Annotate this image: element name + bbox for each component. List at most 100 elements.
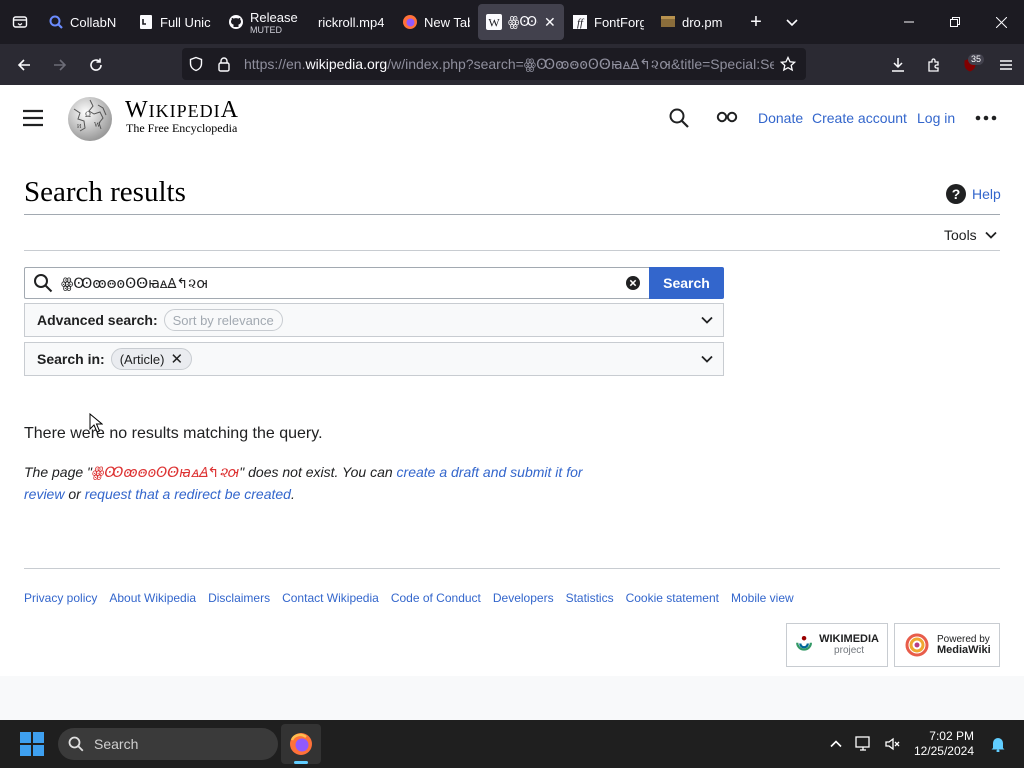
footer-link-contact[interactable]: Contact Wikipedia	[282, 591, 379, 605]
speaker-muted-icon	[885, 737, 900, 751]
forward-arrow-icon	[54, 58, 67, 71]
tracking-protection-shield-icon[interactable]	[182, 48, 210, 80]
url-bar[interactable]: https://en.wikipedia.org/w/index.php?sea…	[182, 48, 806, 80]
footer-link-mobile-view[interactable]: Mobile view	[731, 591, 794, 605]
red-link-query[interactable]: ꙮꙬꙭꙫꙩꙨꙪꙗꙙꙘ↰૨ꙕ	[92, 464, 239, 480]
tab-title: ꙮꙬꙭꙫꙩꙨꙪ	[508, 14, 538, 29]
chevron-up-icon	[830, 740, 842, 748]
tab-fontforge[interactable]: ff FontForg	[564, 4, 652, 40]
new-tab-button[interactable]: +	[738, 4, 774, 40]
wikipedia-wordmark[interactable]: WIKIPEDIA	[125, 97, 239, 124]
ublock-extension-button[interactable]: 35	[952, 49, 988, 81]
wikipedia-header: Ω W И WIKIPEDIA The Free Encyclopedia Do…	[0, 85, 1024, 151]
tab-overview-button[interactable]	[0, 0, 40, 44]
sort-by-relevance-chip: Sort by relevance	[163, 309, 283, 331]
wikipedia-globe-logo[interactable]: Ω W И	[64, 95, 116, 141]
tab-rickroll[interactable]: rickroll.mp4	[304, 4, 394, 40]
search-in-panel[interactable]: Search in: (Article) ✕	[24, 342, 724, 376]
reload-button[interactable]	[78, 49, 114, 81]
main-menu-button[interactable]	[22, 109, 44, 132]
footer-links: Privacy policy About Wikipedia Disclaime…	[24, 591, 806, 605]
wikimedia-project-badge[interactable]: WIKIMEDIA project	[786, 623, 888, 667]
show-hidden-icons-button[interactable]	[822, 738, 850, 750]
clear-search-icon[interactable]	[617, 276, 649, 290]
back-button[interactable]	[6, 49, 42, 81]
tab-wikipedia-active[interactable]: W ꙮꙬꙭꙫꙩꙨꙪ ✕	[478, 4, 564, 40]
donate-link[interactable]: Donate	[758, 110, 803, 126]
windows-logo-icon	[20, 732, 44, 756]
footer-link-code-of-conduct[interactable]: Code of Conduct	[391, 591, 481, 605]
svg-text:W: W	[488, 16, 500, 30]
document-favicon-icon	[138, 14, 154, 30]
powered-by-mediawiki-badge[interactable]: Powered by MediaWiki	[894, 623, 1000, 667]
reload-icon	[90, 58, 102, 71]
app-menu-button[interactable]	[988, 49, 1024, 81]
downloads-button[interactable]	[880, 49, 916, 81]
windows-taskbar: Search 7:02 PM 12/25/2024	[0, 720, 1024, 768]
footer-link-privacy-policy[interactable]: Privacy policy	[24, 591, 97, 605]
message-text: " does not exist. You can	[239, 464, 397, 480]
url-host: wikipedia.org	[305, 55, 388, 72]
bookmark-star-icon[interactable]	[774, 48, 802, 80]
help-question-icon: ?	[946, 184, 966, 204]
footer-link-about[interactable]: About Wikipedia	[109, 591, 196, 605]
notifications-button[interactable]	[984, 736, 1012, 752]
help-link[interactable]: ? Help	[946, 184, 1001, 204]
chevron-down-icon[interactable]	[701, 314, 713, 326]
restore-button[interactable]	[932, 0, 978, 44]
tab-release[interactable]: Release MUTED	[220, 4, 304, 40]
badge-wikimedia-text: WIKIMEDIA	[819, 633, 879, 645]
tab-title: New Tab	[424, 14, 470, 30]
tab-dro-pm[interactable]: dro.pm	[652, 4, 738, 40]
namespace-chip-article[interactable]: (Article) ✕	[110, 348, 193, 370]
log-in-link[interactable]: Log in	[917, 110, 955, 126]
search-icon	[68, 736, 84, 752]
footer-link-developers[interactable]: Developers	[493, 591, 554, 605]
start-button[interactable]	[20, 732, 44, 761]
no-results-message: There were no results matching the query…	[24, 425, 323, 442]
request-redirect-link[interactable]: request that a redirect be created	[85, 486, 291, 502]
footer-link-cookie-statement[interactable]: Cookie statement	[626, 591, 719, 605]
tab-new-tab[interactable]: New Tab	[394, 4, 478, 40]
lock-icon[interactable]	[210, 48, 238, 80]
url-path: /w/index.php?search=ꙮꙬꙭꙫꙩꙨꙪꙗꙙꙘ↰૨ꙕ&title=…	[387, 55, 774, 72]
close-window-button[interactable]	[978, 0, 1024, 44]
advanced-search-panel[interactable]: Advanced search: Sort by relevance	[24, 303, 724, 337]
search-button[interactable]: Search	[649, 267, 724, 299]
create-account-link[interactable]: Create account	[812, 110, 907, 126]
extensions-button[interactable]	[916, 49, 952, 81]
footer-link-disclaimers[interactable]: Disclaimers	[208, 591, 270, 605]
tab-collab[interactable]: CollabN	[40, 4, 130, 40]
header-search-button[interactable]	[668, 107, 690, 134]
taskbar-clock[interactable]: 7:02 PM 12/25/2024	[914, 729, 974, 759]
tools-dropdown[interactable]: Tools	[944, 227, 997, 243]
remove-chip-icon[interactable]: ✕	[170, 350, 183, 368]
browser-tab-bar: CollabN Full Unic Release MUTED rickroll…	[0, 0, 1024, 44]
search-input-value: ꙮꙬꙭꙫꙩꙨꙪꙗꙙꙘ↰૨ꙕ	[61, 274, 209, 291]
minimize-button[interactable]	[886, 0, 932, 44]
ellipsis-icon	[975, 115, 997, 121]
hamburger-menu-icon	[1000, 59, 1012, 70]
search-input[interactable]: ꙮꙬꙭꙫꙩꙨꙪꙗꙙꙘ↰૨ꙕ	[24, 267, 650, 299]
close-tab-icon[interactable]: ✕	[544, 14, 556, 31]
wordmark-middle: IKIPEDI	[148, 101, 221, 121]
tab-full-unicode[interactable]: Full Unic	[130, 4, 220, 40]
footer-link-statistics[interactable]: Statistics	[566, 591, 614, 605]
mediawiki-flower-icon	[905, 633, 929, 657]
minimize-icon	[904, 21, 914, 23]
taskbar-firefox-app[interactable]	[281, 724, 321, 764]
personal-tools-more-button[interactable]	[975, 109, 997, 132]
browser-nav-bar: https://en.wikipedia.org/w/index.php?sea…	[0, 44, 1024, 85]
taskbar-search-box[interactable]: Search	[58, 728, 278, 760]
forward-button[interactable]	[42, 49, 78, 81]
chevron-down-icon[interactable]	[701, 353, 713, 365]
url-text[interactable]: https://en.wikipedia.org/w/index.php?sea…	[244, 55, 774, 74]
network-status-button[interactable]	[850, 736, 878, 752]
clock-date: 12/25/2024	[913, 744, 974, 758]
volume-muted-button[interactable]	[878, 736, 906, 752]
list-all-tabs-button[interactable]	[774, 4, 810, 40]
chevron-down-icon	[985, 231, 997, 239]
reading-appearance-button[interactable]	[716, 109, 738, 130]
back-arrow-icon	[17, 58, 30, 71]
advanced-search-label: Advanced search:	[37, 312, 158, 328]
